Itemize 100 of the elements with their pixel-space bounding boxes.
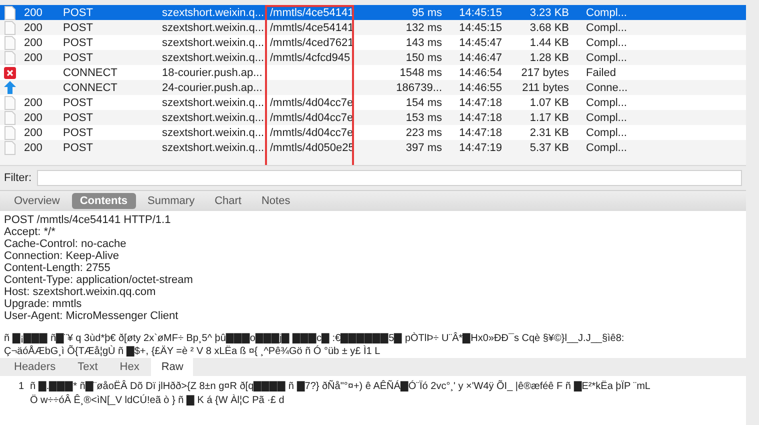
size-cell-text: 211 bytes [521, 82, 569, 94]
status-code: 200 [24, 22, 44, 34]
request-row[interactable]: CONNECT 24-courier.push.ap... 186739... 14:46:55 211 bytes Conne... [0, 80, 746, 95]
header-line: Host: szextshort.weixin.qq.com [4, 286, 157, 298]
detail-tab[interactable]: Notes [253, 193, 298, 209]
method-cell-text: POST [63, 112, 94, 124]
raw-line: ñ ▇.▇▇▇* ñ▇¨øåoËÂ Dõ Dï jlHðð>{Z 8±n g¤R ð[q▇▇▇▇ ñ ▇7?} ðÑå"°¤+) ê AÊÑÁ▇Ó¨Ïó 2vc°¸' y ×'W4ÿ ÕI_ |ê®æféê F ñ ▇E²*kËa þÏP ¨mL [30, 380, 650, 394]
duration-cell-text: 143 ms [404, 36, 442, 48]
request-row[interactable]: 200 POST szextshort.weixin.q... /mmtls/4d050e25 397 ms 14:47:19 5.37 KB Compl... [0, 140, 746, 155]
time-cell-text: 14:46:55 [458, 82, 502, 94]
status-code: 200 [24, 6, 44, 18]
host-cell-text: szextshort.weixin.q... [162, 36, 266, 48]
request-row[interactable]: 200 POST szextshort.weixin.q... /mmtls/4ce54141 95 ms 14:45:15 3.23 KB Compl... [0, 5, 746, 20]
host-cell-text: 24-courier.push.ap... [162, 82, 264, 94]
method-cell-text: POST [63, 22, 94, 34]
status-cell-text: Compl... [585, 126, 627, 138]
status-cell-text: Compl... [585, 52, 627, 64]
method-cell-text: POST [63, 96, 94, 108]
duration-cell-text: 223 ms [404, 126, 442, 138]
method-cell-text: CONNECT [63, 82, 118, 94]
time-cell-text: 14:45:47 [458, 36, 502, 48]
up-arrow-icon [4, 81, 16, 94]
status-code: 200 [24, 142, 44, 154]
header-line: Connection: Keep-Alive [4, 250, 120, 262]
path-cell-text: /mmtls/4ce54141 [270, 6, 355, 18]
time-cell-text: 14:47:18 [458, 112, 502, 124]
size-cell-text: 3.68 KB [528, 22, 569, 34]
document-icon [4, 20, 16, 34]
host-cell-text: szextshort.weixin.q... [162, 112, 266, 124]
size-cell-text: 5.37 KB [528, 142, 569, 154]
time-cell-text: 14:45:15 [458, 22, 502, 34]
status-cell-text: Compl... [585, 96, 627, 108]
status-cell-text: Compl... [585, 142, 627, 154]
method-cell-text: CONNECT [63, 66, 118, 78]
path-cell-text: /mmtls/4d050e25 [270, 142, 356, 154]
response-tab[interactable]: Raw [151, 358, 194, 376]
time-cell-text: 14:45:15 [458, 6, 502, 18]
status-cell-text: Compl... [585, 36, 627, 48]
method-cell-text: POST [63, 126, 94, 138]
status-code: 200 [24, 52, 44, 64]
time-cell-text: 14:46:54 [458, 66, 502, 78]
host-cell-text: szextshort.weixin.q... [162, 6, 266, 18]
document-icon [4, 126, 16, 140]
status-cell-text: Failed [585, 66, 616, 78]
host-cell-text: szextshort.weixin.q... [162, 142, 266, 154]
detail-tab[interactable]: Summary [140, 193, 203, 209]
host-cell-text: szextshort.weixin.q... [162, 96, 266, 108]
path-cell-text: /mmtls/4ce54141 [270, 22, 355, 34]
size-cell-text: 1.28 KB [528, 52, 569, 64]
method-cell-text: POST [63, 142, 94, 154]
path-cell-text: /mmtls/4d04cc7e [270, 126, 354, 138]
header-line: User-Agent: MicroMessenger Client [4, 310, 180, 322]
path-cell-text: /mmtls/4ced7621 [270, 36, 355, 48]
host-cell-text: szextshort.weixin.q... [162, 22, 266, 34]
path-cell-text: /mmtls/4cfcd945 [270, 52, 352, 64]
response-tab[interactable]: Hex [110, 358, 150, 376]
size-cell-text: 2.31 KB [528, 126, 569, 138]
method-cell-text: POST [63, 36, 94, 48]
error-icon [4, 66, 16, 78]
status-code: 200 [24, 126, 44, 138]
document-icon [4, 36, 16, 50]
path-cell-text: /mmtls/4d04cc7e [270, 112, 354, 124]
request-row[interactable]: 200 POST szextshort.weixin.q... /mmtls/4ce54141 132 ms 14:45:15 3.68 KB Compl... [0, 20, 746, 35]
host-cell-text: 18-courier.push.ap... [162, 66, 264, 78]
duration-cell-text: 186739... [395, 82, 442, 94]
size-cell-text: 3.23 KB [528, 6, 569, 18]
path-cell-text: /mmtls/4d04cc7e [270, 96, 354, 108]
time-cell-text: 14:46:47 [458, 52, 502, 64]
detail-tab[interactable]: Overview [6, 193, 68, 209]
filter-field[interactable] [36, 170, 742, 186]
header-line: Accept: */* [4, 226, 56, 238]
size-cell-text: 217 bytes [520, 66, 569, 78]
filter-label: Filter: [4, 172, 32, 184]
method-cell-text: POST [63, 6, 94, 18]
detail-tab[interactable]: Chart [206, 193, 250, 209]
status-cell-text: Compl... [585, 22, 627, 34]
method-cell-text: POST [63, 52, 94, 64]
request-row[interactable]: 200 POST szextshort.weixin.q... /mmtls/4cfcd945 150 ms 14:46:47 1.28 KB Compl... [0, 50, 746, 65]
document-icon [4, 6, 16, 20]
status-code: 200 [24, 36, 44, 48]
size-cell-text: 1.17 KB [528, 112, 569, 124]
size-cell-text: 1.07 KB [528, 96, 569, 108]
status-cell-text: Conne... [585, 82, 628, 94]
time-cell-text: 14:47:18 [458, 96, 502, 108]
document-icon [4, 96, 16, 110]
size-cell-text: 1.44 KB [528, 36, 569, 48]
header-line: POST /mmtls/4ce54141 HTTP/1.1 [4, 214, 172, 226]
header-line: Cache-Control: no-cache [4, 238, 128, 250]
request-row[interactable]: 200 POST szextshort.weixin.q... /mmtls/4d04cc7e 153 ms 14:47:18 1.17 KB Compl... [0, 110, 746, 125]
duration-cell-text: 153 ms [404, 112, 442, 124]
response-tab[interactable]: Headers [4, 358, 66, 376]
header-line: Content-Length: 2755 [4, 262, 112, 274]
time-cell-text: 14:47:18 [458, 126, 502, 138]
duration-cell-text: 1548 ms [398, 66, 442, 78]
duration-cell-text: 397 ms [404, 142, 442, 154]
header-line: Upgrade: mmtls [4, 298, 83, 310]
response-tab[interactable]: Text [68, 358, 108, 376]
status-code: 200 [24, 112, 44, 124]
status-cell-text: Compl... [585, 112, 627, 124]
host-cell-text: szextshort.weixin.q... [162, 52, 266, 64]
